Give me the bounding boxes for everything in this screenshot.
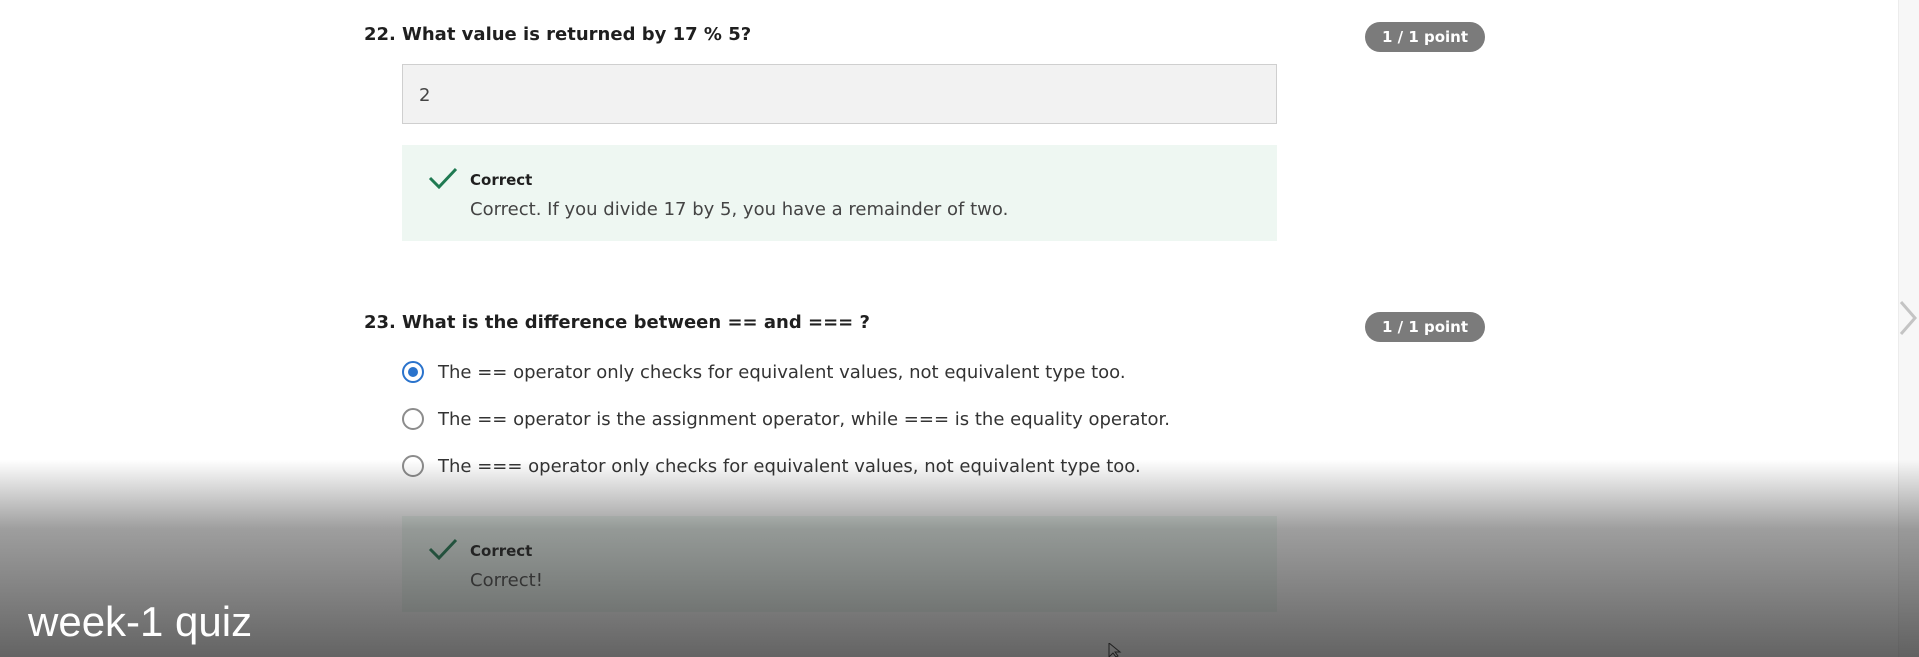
feedback-text: Correct! xyxy=(470,570,543,591)
feedback-panel: Correct Correct. If you divide 17 by 5, … xyxy=(402,145,1277,241)
feedback-panel: Correct Correct! xyxy=(402,516,1277,612)
radio-unselected[interactable] xyxy=(402,408,424,430)
question-number: 23. xyxy=(364,312,396,333)
check-icon xyxy=(428,167,458,189)
video-title: week-1 quiz xyxy=(28,598,253,645)
question-number: 22. xyxy=(364,24,396,45)
option-2[interactable]: The == operator is the assignment operat… xyxy=(402,404,1170,434)
cursor-icon xyxy=(1108,643,1122,657)
option-label: The === operator only checks for equival… xyxy=(438,455,1141,477)
feedback-title: Correct xyxy=(470,171,533,189)
check-icon xyxy=(428,538,458,560)
option-3[interactable]: The === operator only checks for equival… xyxy=(402,451,1141,481)
points-badge: 1 / 1 point xyxy=(1365,312,1485,342)
option-label: The == operator is the assignment operat… xyxy=(438,408,1170,430)
option-label: The == operator only checks for equivale… xyxy=(438,361,1126,383)
option-1[interactable]: The == operator only checks for equivale… xyxy=(402,357,1126,387)
feedback-text: Correct. If you divide 17 by 5, you have… xyxy=(470,199,1009,220)
question-22: 22. What value is returned by 17 % 5? 1 … xyxy=(364,22,1485,244)
points-badge: 1 / 1 point xyxy=(1365,22,1485,52)
question-text: What is the difference between == and ==… xyxy=(402,312,870,333)
answer-field[interactable]: 2 xyxy=(402,64,1277,124)
question-23: 23. What is the difference between == an… xyxy=(364,312,1485,612)
feedback-title: Correct xyxy=(470,542,533,560)
radio-unselected[interactable] xyxy=(402,455,424,477)
chevron-right-icon[interactable] xyxy=(1897,298,1919,338)
radio-selected[interactable] xyxy=(402,361,424,383)
question-text: What value is returned by 17 % 5? xyxy=(402,24,752,45)
